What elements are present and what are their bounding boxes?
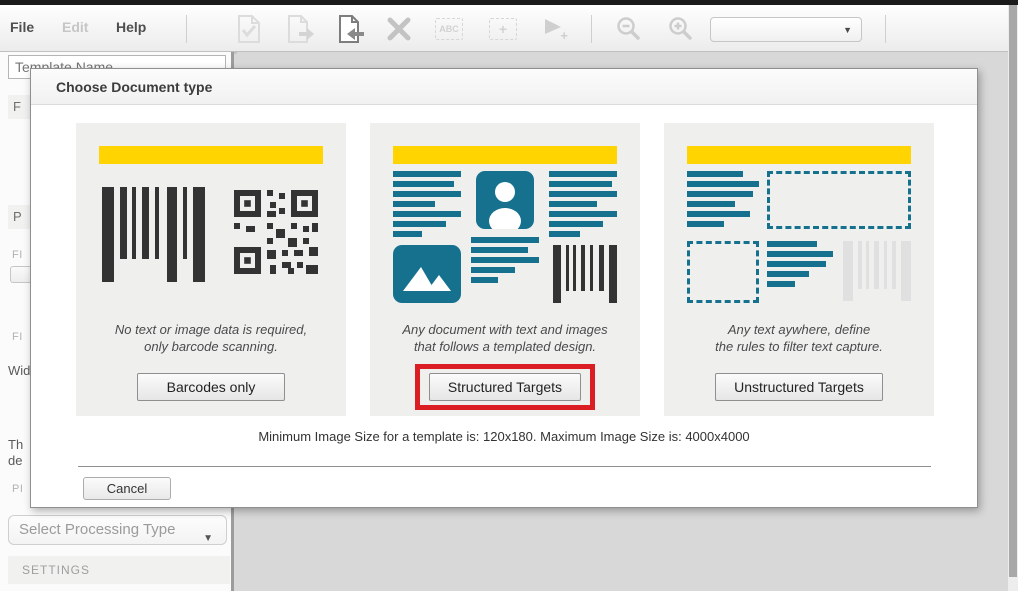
export-document-icon[interactable] [286, 14, 316, 44]
footer-divider [78, 466, 931, 467]
red-highlight-frame: Structured Targets [415, 364, 595, 410]
faded-barcode-icon [843, 241, 911, 305]
text-lines-icon [549, 171, 617, 237]
card-description: Any document with text and images that f… [402, 321, 607, 355]
validate-document-icon[interactable] [234, 14, 264, 44]
dialog-title: Choose Document type [31, 69, 977, 105]
avatar-icon [476, 171, 534, 229]
abc-text-field-icon[interactable]: ABC [434, 14, 464, 44]
barcodes-only-button[interactable]: Barcodes only [137, 373, 285, 401]
image-size-note: Minimum Image Size for a template is: 12… [31, 429, 977, 444]
menu-edit[interactable]: Edit [62, 19, 88, 35]
processing-type-placeholder: Select Processing Type [19, 521, 175, 538]
document-type-cards: No text or image data is required, only … [76, 123, 934, 416]
structured-targets-button[interactable]: Structured Targets [429, 373, 581, 401]
button-frame: Unstructured Targets [701, 364, 897, 410]
text-lines-icon [471, 237, 539, 283]
zoom-level-dropdown[interactable]: ▼ [710, 17, 862, 42]
sidebar-label-fragment: FI [12, 249, 23, 261]
chevron-down-icon: ▼ [843, 25, 852, 35]
card-description: Any text aywhere, define the rules to fi… [715, 321, 883, 355]
zoom-in-icon[interactable] [666, 14, 696, 44]
vertical-scrollbar[interactable] [1008, 5, 1018, 591]
dashed-capture-region-icon [687, 241, 759, 303]
document-check-glyph [236, 15, 262, 43]
abc-glyph: ABC [435, 18, 463, 40]
card-barcodes-only: No text or image data is required, only … [76, 123, 346, 416]
choose-document-type-dialog: Choose Document type [30, 68, 978, 508]
app-window: File Edit Help [0, 0, 1018, 591]
processing-type-dropdown[interactable]: Select Processing Type ▼ [8, 515, 227, 545]
barcode-icon [102, 187, 205, 282]
sidebar-label-fragment: PI [12, 483, 23, 495]
text-lines-icon [393, 171, 461, 237]
image-icon [393, 245, 461, 303]
dialog-header: Choose Document type [31, 69, 977, 105]
sidebar-text-fragment: de [8, 453, 22, 468]
sidebar-label-fragment: Wid [8, 363, 30, 378]
qr-code-icon [231, 187, 321, 277]
toolbar-separator [591, 15, 592, 43]
document-arrow-left-glyph [337, 15, 365, 43]
magnifier-plus-glyph [668, 16, 694, 42]
structured-document-illustration [393, 171, 617, 305]
yellow-header-bar [687, 146, 911, 164]
yellow-header-bar [99, 146, 323, 164]
cursor-plus-glyph: + [560, 28, 568, 43]
chevron-down-icon: ▼ [203, 525, 213, 553]
sidebar-label-fragment: FI [12, 331, 23, 343]
barcode-icon [553, 245, 617, 303]
button-frame: Barcodes only [123, 364, 299, 410]
text-lines-icon [767, 241, 833, 305]
settings-section-header: SETTINGS [8, 556, 230, 584]
card-description: No text or image data is required, only … [115, 321, 307, 355]
add-region-icon[interactable]: + [488, 14, 518, 44]
document-arrow-right-glyph [287, 15, 315, 43]
plus-glyph: + [489, 18, 517, 40]
yellow-header-bar [393, 146, 617, 164]
text-lines-icon [687, 171, 759, 233]
dashed-capture-region-icon [767, 171, 911, 229]
card-structured-targets: Any document with text and images that f… [370, 123, 640, 416]
card-unstructured-targets: Any text aywhere, define the rules to fi… [664, 123, 934, 416]
delete-icon[interactable] [384, 14, 414, 44]
unstructured-document-illustration [687, 171, 911, 305]
add-pointer-icon[interactable]: + [540, 14, 570, 44]
barcode-qr-illustration [99, 171, 323, 305]
toolbar-separator [186, 15, 187, 43]
magnifier-minus-glyph [616, 16, 642, 42]
toolbar-separator [885, 15, 886, 43]
x-glyph [386, 16, 412, 42]
unstructured-targets-button[interactable]: Unstructured Targets [715, 373, 883, 401]
zoom-out-icon[interactable] [614, 14, 644, 44]
cancel-button[interactable]: Cancel [83, 477, 171, 500]
scrollbar-thumb[interactable] [1009, 5, 1017, 577]
menu-help[interactable]: Help [116, 19, 146, 35]
import-document-icon[interactable] [336, 14, 366, 44]
sidebar-text-fragment: Th [8, 437, 23, 452]
menu-file[interactable]: File [10, 19, 34, 35]
toolbar: File Edit Help [0, 5, 1018, 52]
